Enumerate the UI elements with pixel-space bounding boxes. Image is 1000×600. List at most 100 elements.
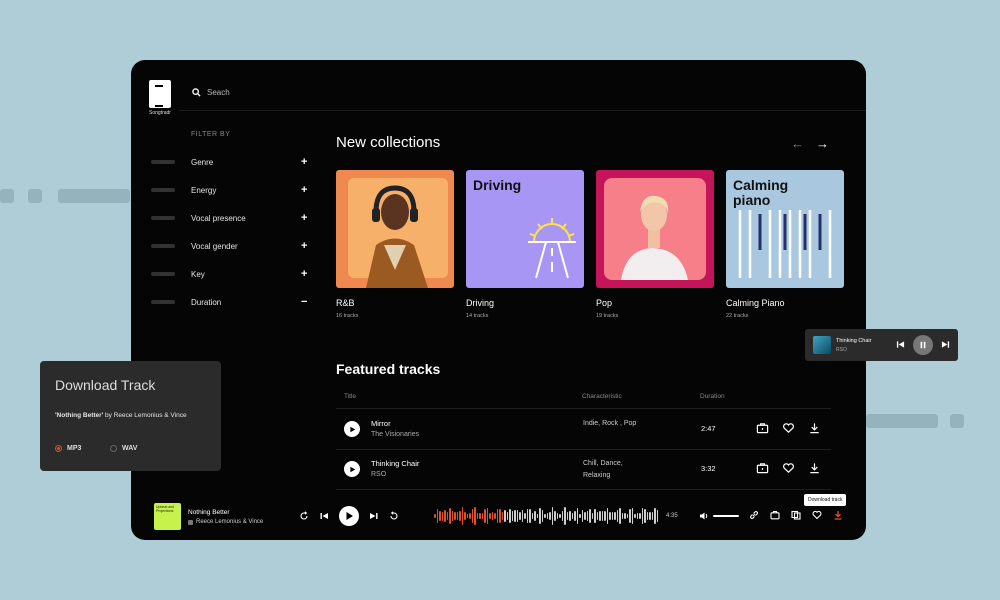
track-artist[interactable]: The Visionaries [371,431,419,438]
waveform-bar [506,512,508,520]
pause-button[interactable] [913,335,933,355]
download-icon[interactable] [808,422,821,434]
artist-name[interactable]: Reece Lemonius & Vince [196,519,263,525]
filter-energy[interactable]: Energy + [151,176,311,204]
now-playing-title: Nothing Better [188,509,230,516]
copy-icon[interactable] [791,510,801,520]
waveform-bar [621,512,623,520]
waveform-bar [571,512,573,520]
collection-card-rnb[interactable]: R&B 16 tracks [336,170,454,319]
waveform-bar [456,511,458,521]
radio-selected-icon[interactable] [55,445,62,452]
waveform-bar [544,513,546,519]
waveform-bar [599,511,601,521]
arrow-left-icon[interactable]: ← [791,136,804,151]
previous-icon[interactable] [896,340,905,349]
mini-player-cover[interactable] [813,336,831,354]
waveform-bar [524,512,526,520]
briefcase-icon[interactable] [770,510,780,520]
waveform-bar [584,511,586,521]
search-input[interactable]: Seach [207,88,230,97]
volume-icon[interactable] [699,511,709,521]
waveform-bar [446,512,448,520]
decor-dash [0,189,14,203]
track-characteristic: Indie, Rock , Pop [583,420,637,427]
expand-icon[interactable]: + [301,240,307,252]
song-title: 'Nothing Better' [55,412,104,419]
filter-duration[interactable]: Duration − [151,288,311,316]
waveform-bar [611,512,613,520]
waveform-bar [579,513,581,519]
collapse-icon[interactable]: − [301,296,307,308]
play-button[interactable] [339,506,359,526]
arrow-right-icon[interactable]: → [816,136,829,151]
collection-card-pop[interactable]: Pop 19 tracks [596,170,714,319]
track-row[interactable]: Thinking Chair RSO Chill, Dance, Relaxin… [336,451,831,487]
radio-icon[interactable] [110,445,117,452]
track-artist[interactable]: RSO [371,471,386,478]
collection-card-calming-piano[interactable]: Calming piano Calming Piano 22 tracks [726,170,844,319]
rewind-icon[interactable] [299,511,309,521]
format-option-mp3[interactable]: MP3 [55,445,81,452]
collection-card-driving[interactable]: Driving Driving 14 tracks [466,170,584,319]
expand-icon[interactable]: + [301,184,307,196]
expand-icon[interactable]: + [301,268,307,280]
play-button[interactable] [344,421,360,437]
explicit-badge-icon [188,519,193,525]
briefcase-icon[interactable] [756,422,769,434]
waveform-bar [439,511,441,521]
search-bar[interactable]: Seach [192,88,230,97]
download-icon[interactable] [808,462,821,474]
filter-heading: FILTER BY [191,131,231,138]
expand-icon[interactable]: + [301,156,307,168]
waveform-bar [434,514,436,518]
app-window: Songtradr Seach FILTER BY Genre + Energy +… [131,60,866,540]
filter-label: Key [191,269,205,279]
waveform-bar [436,508,438,524]
track-row[interactable]: Mirror The Visionaries Indie, Rock , Pop… [336,411,831,447]
play-button[interactable] [344,461,360,477]
format-option-wav[interactable]: WAV [110,445,137,452]
waveform-bar [631,508,633,524]
link-icon[interactable] [749,510,759,520]
play-icon [349,466,355,472]
filter-bar [151,188,175,192]
now-playing-cover[interactable]: Upbeat and Projections [154,503,181,530]
filter-genre[interactable]: Genre + [151,148,311,176]
heart-icon[interactable] [782,422,795,434]
expand-icon[interactable]: + [301,212,307,224]
volume-control[interactable] [699,511,739,521]
waveform-bar [489,513,491,519]
mini-player-artist: RSO [836,347,847,353]
repeat-icon[interactable] [389,511,399,521]
brand-logo[interactable]: Songtradr [149,80,171,116]
filter-vocal-gender[interactable]: Vocal gender + [151,232,311,260]
waveform-scrubber[interactable] [434,506,660,526]
volume-slider[interactable] [713,515,739,517]
waveform-bar [509,509,511,523]
next-icon[interactable] [369,511,379,521]
heart-icon[interactable] [812,510,822,520]
waveform-bar [511,510,513,522]
filter-bar [151,160,175,164]
download-icon[interactable] [833,510,843,520]
search-icon [192,88,201,97]
mini-player: Thinking Chair RSO [805,329,958,361]
waveform-bar [471,509,473,523]
waveform-bar [626,513,628,519]
previous-icon[interactable] [319,511,329,521]
divider [336,408,831,409]
next-icon[interactable] [941,340,950,349]
waveform-bar [529,509,531,523]
briefcase-icon[interactable] [756,462,769,474]
filter-vocal-presence[interactable]: Vocal presence + [151,204,311,232]
waveform-bar [629,508,631,524]
filter-key[interactable]: Key + [151,260,311,288]
playback-controls [299,506,399,526]
waveform-bar [614,512,616,520]
heart-icon[interactable] [782,462,795,474]
carousel-nav: ← → [791,136,829,151]
format-label: MP3 [67,445,82,452]
waveform-bar [616,509,618,523]
waveform-bar [476,513,478,519]
